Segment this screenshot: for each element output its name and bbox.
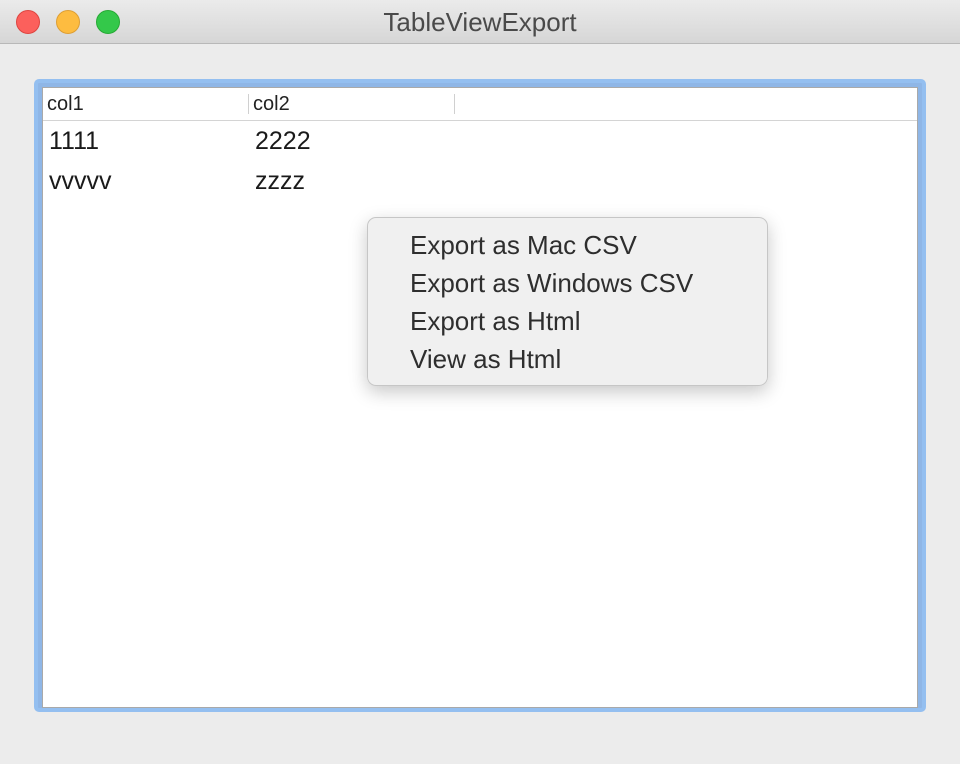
menu-item-export-mac-csv[interactable]: Export as Mac CSV (368, 226, 767, 264)
column-separator[interactable] (454, 94, 455, 114)
column-header-col2[interactable]: col2 (249, 88, 455, 120)
window-title: TableViewExport (383, 7, 577, 37)
title-bar[interactable]: TableViewExport (0, 0, 960, 44)
table-cell[interactable]: vvvvv (49, 161, 112, 201)
table-header: col1 col2 (43, 88, 917, 121)
app-window: TableViewExport col1 col2 1111 2222 vvvv… (0, 0, 960, 764)
menu-item-view-html[interactable]: View as Html (368, 340, 767, 378)
table-focus-ring: col1 col2 1111 2222 vvvvv zzzz (34, 79, 926, 712)
menu-item-export-windows-csv[interactable]: Export as Windows CSV (368, 264, 767, 302)
menu-item-export-html[interactable]: Export as Html (368, 302, 767, 340)
table-cell[interactable]: 1111 (49, 121, 99, 161)
table-view[interactable]: col1 col2 1111 2222 vvvvv zzzz (42, 87, 918, 708)
table-cell[interactable]: zzzz (255, 161, 305, 201)
column-header-col1[interactable]: col1 (43, 88, 249, 120)
table-cell[interactable]: 2222 (255, 121, 311, 161)
context-menu: Export as Mac CSV Export as Windows CSV … (367, 217, 768, 386)
table-row[interactable]: 1111 2222 (43, 121, 917, 161)
table-row[interactable]: vvvvv zzzz (43, 161, 917, 201)
